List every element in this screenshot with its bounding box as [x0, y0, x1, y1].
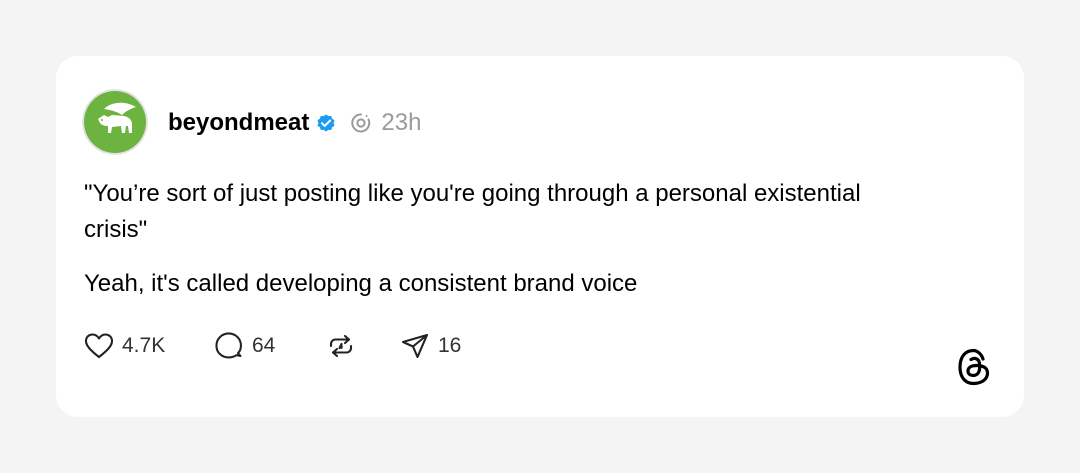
- post-time: 23h: [381, 109, 422, 136]
- comment-icon: [215, 332, 242, 359]
- post-card: beyondmeat 23h "You’re sort of just post…: [56, 56, 1024, 417]
- action-bar: 4.7K 64 16: [84, 331, 461, 361]
- post-reply-text: Yeah, it's called developing a consisten…: [84, 270, 638, 297]
- like-button[interactable]: 4.7K: [84, 332, 214, 360]
- beyond-meat-bull-logo-icon: [82, 89, 148, 155]
- avatar[interactable]: [82, 89, 148, 155]
- heart-icon: [84, 333, 114, 359]
- like-count: 4.7K: [122, 334, 166, 357]
- reply-count: 64: [252, 334, 276, 357]
- post-quote: "You’re sort of just posting like you're…: [84, 180, 861, 243]
- post-body: "You’re sort of just posting like you're…: [84, 176, 904, 302]
- send-icon: [401, 333, 429, 359]
- share-count: 16: [438, 334, 462, 357]
- reply-button[interactable]: 64: [214, 332, 326, 360]
- share-button[interactable]: 16: [400, 332, 461, 360]
- post-header: beyondmeat 23h: [168, 106, 421, 140]
- threads-logo-icon[interactable]: [954, 346, 994, 393]
- verified-badge-icon: [315, 112, 337, 134]
- repost-button[interactable]: [326, 332, 400, 360]
- ai-label-icon[interactable]: [349, 111, 373, 135]
- repost-icon: [329, 334, 353, 358]
- username[interactable]: beyondmeat: [168, 109, 309, 137]
